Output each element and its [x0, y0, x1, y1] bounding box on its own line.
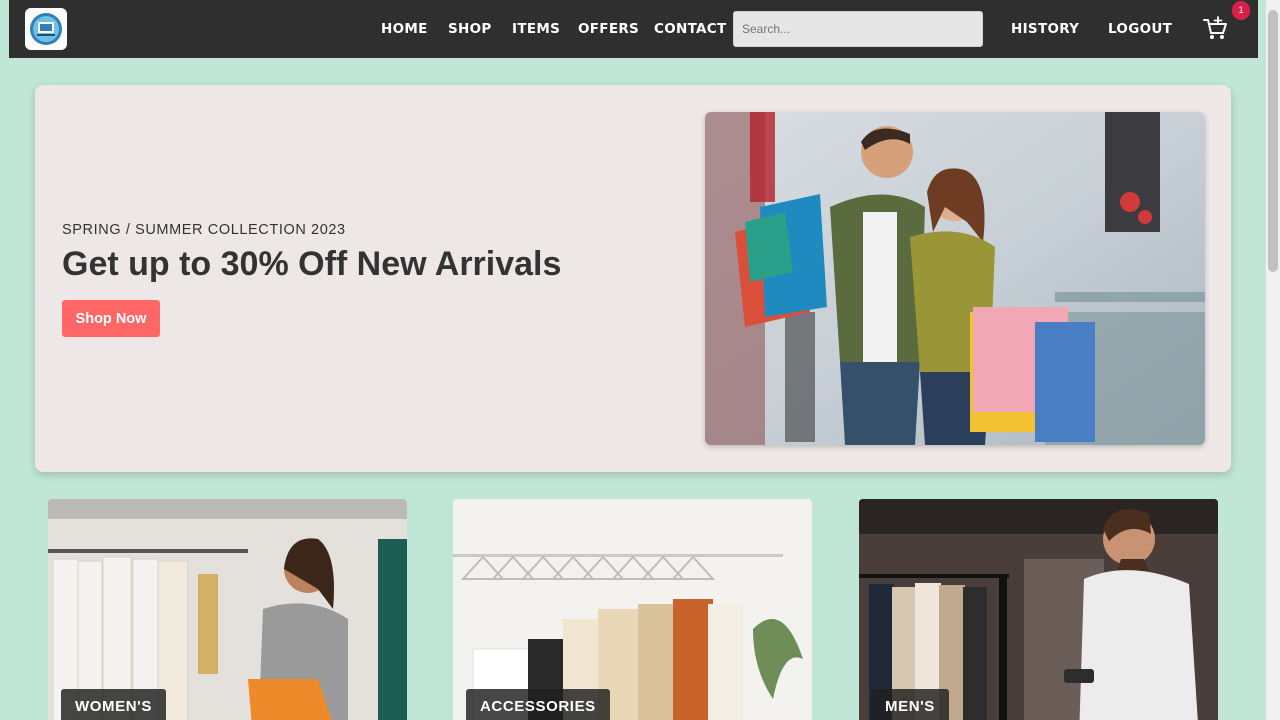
- nav-logout-link[interactable]: LOGOUT: [1108, 21, 1172, 37]
- shop-now-button[interactable]: Shop Now: [62, 300, 160, 337]
- mens-category-image: [859, 499, 1218, 720]
- nav-home-link[interactable]: HOME: [381, 21, 428, 37]
- category-label-accessories: ACCESSORIES: [466, 689, 610, 720]
- nav-history-link[interactable]: HISTORY: [1011, 21, 1079, 37]
- cart-count-badge: 1: [1232, 1, 1250, 20]
- scrollbar-thumb[interactable]: [1268, 10, 1278, 272]
- category-card-mens[interactable]: MEN'S: [859, 499, 1218, 720]
- hero-subtitle: SPRING / SUMMER COLLECTION 2023: [62, 222, 346, 238]
- hero-shopping-couple-image: [705, 112, 1205, 445]
- womens-category-image: [48, 499, 407, 720]
- logo[interactable]: [25, 8, 67, 50]
- category-label-womens: WOMEN'S: [61, 689, 166, 720]
- accessories-category-image: [453, 499, 812, 720]
- category-card-womens[interactable]: WOMEN'S: [48, 499, 407, 720]
- search-input[interactable]: [733, 11, 983, 47]
- nav-items-link[interactable]: ITEMS: [512, 21, 560, 37]
- nav-offers-link[interactable]: OFFERS: [578, 21, 639, 37]
- hero-title: Get up to 30% Off New Arrivals: [62, 245, 562, 283]
- shopping-cart-icon[interactable]: [1202, 16, 1228, 42]
- page: HOME SHOP ITEMS OFFERS CONTACT HISTORY L…: [0, 0, 1266, 720]
- category-label-mens: MEN'S: [871, 689, 949, 720]
- nav-contact-link[interactable]: CONTACT: [654, 21, 727, 37]
- category-card-accessories[interactable]: ACCESSORIES: [453, 499, 812, 720]
- nav-shop-link[interactable]: SHOP: [448, 21, 492, 37]
- navbar: HOME SHOP ITEMS OFFERS CONTACT HISTORY L…: [9, 0, 1258, 58]
- hero-banner: SPRING / SUMMER COLLECTION 2023 Get up t…: [35, 85, 1231, 472]
- store-logo-icon: [30, 13, 62, 45]
